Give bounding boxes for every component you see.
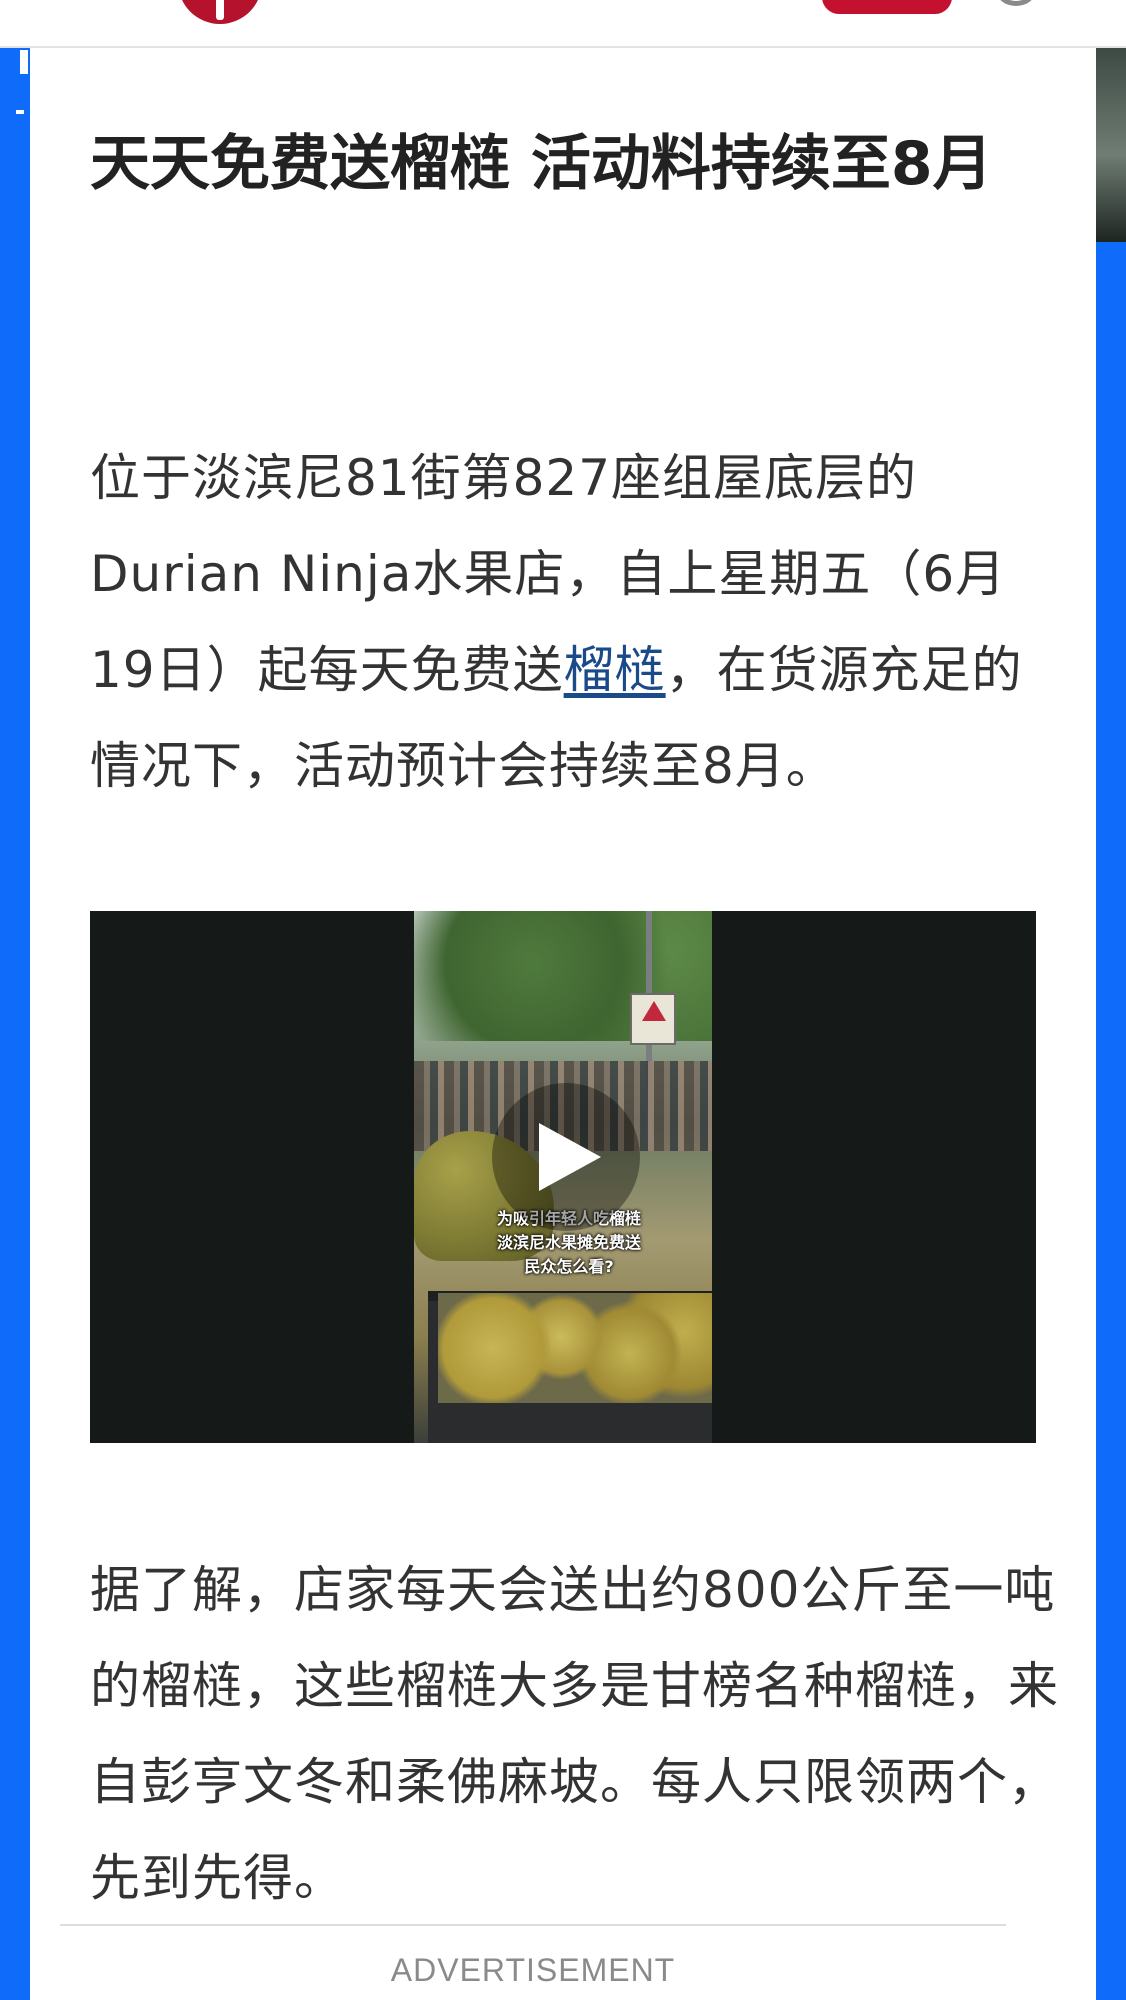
user-icon[interactable] [996,0,1036,6]
brand-logo-icon[interactable] [178,0,262,24]
site-header [0,0,1126,48]
advertisement-divider [60,1924,1006,1926]
subscribe-button[interactable] [822,0,952,14]
background-ad-right[interactable] [1096,48,1126,2000]
background-ad-left[interactable] [0,48,30,2000]
article-headline: 天天免费送榴梿 活动料持续至8月 [90,129,993,199]
thumbnail-durian-crate-pile [438,1293,712,1403]
article-paragraph-2: 据了解，店家每天会送出约800公斤至一吨的榴梿，这些榴梿大多是甘榜名种榴梿，来自… [90,1561,1059,1907]
advertisement-label: ADVERTISEMENT [390,1952,676,1988]
background-ad-left-mark [20,50,28,74]
thumbnail-warning-sign [630,993,676,1045]
background-ad-left-dot [16,110,24,114]
article-paragraph-1: 位于淡滨尼81街第827座组屋底层的Durian Ninja水果店，自上星期五（… [90,430,1070,814]
background-ad-right-photo [1096,48,1126,242]
article-card: 天天免费送榴梿 活动料持续至8月 位于淡滨尼81街第827座组屋底层的Duria… [30,48,1096,2000]
durian-link[interactable]: 榴梿 [564,641,666,699]
play-button[interactable] [492,1083,640,1231]
play-icon [539,1123,601,1191]
video-player[interactable]: 为吸引年轻人吃榴梿 淡滨尼水果摊免费送 民众怎么看? [90,911,1036,1443]
